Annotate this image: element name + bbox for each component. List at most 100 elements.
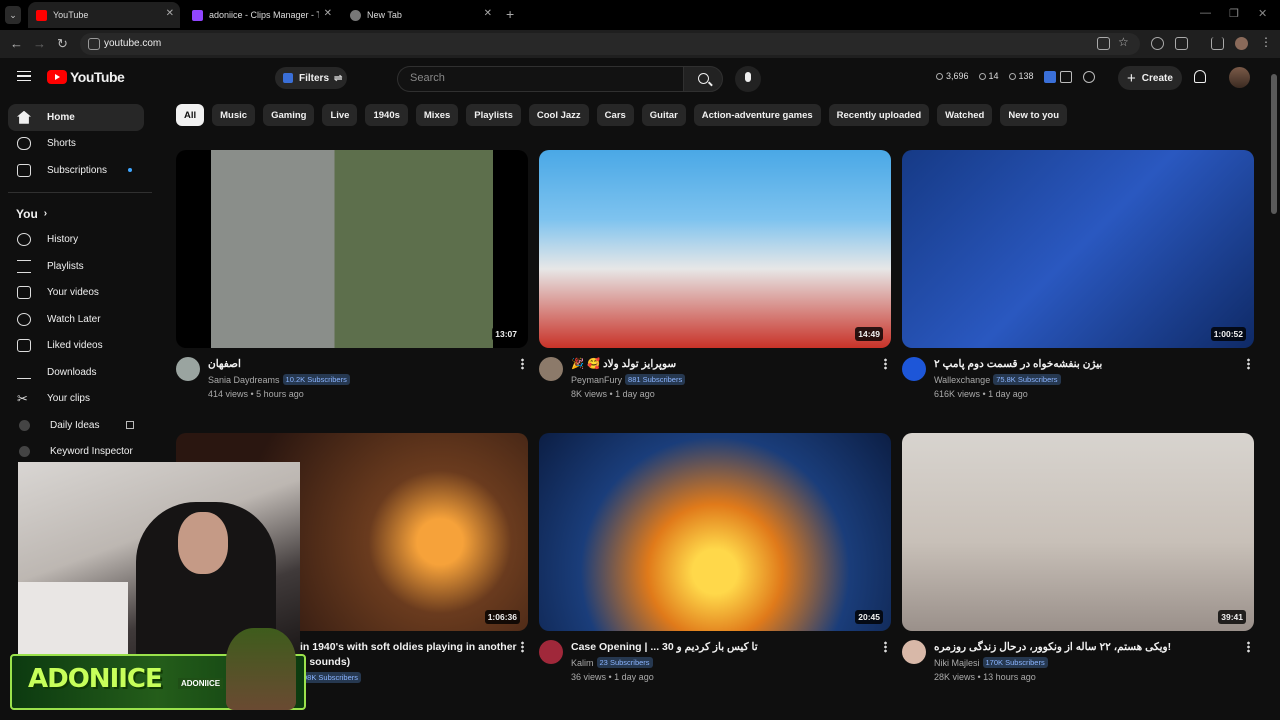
streamer-name-banner: ADONIICE ADONIICE <box>10 628 306 710</box>
account-avatar[interactable] <box>1229 67 1250 88</box>
install-app-icon[interactable] <box>1097 37 1110 50</box>
scissors-icon: ✂ <box>17 391 28 407</box>
scrollbar-thumb[interactable] <box>1271 74 1277 214</box>
video-title[interactable]: in 1940's with soft oldies playing in an… <box>300 640 520 655</box>
channel-avatar[interactable] <box>176 357 200 381</box>
chip-watched[interactable]: Watched <box>937 104 993 126</box>
extensions-puzzle-icon[interactable] <box>1175 37 1188 50</box>
chip-gaming[interactable]: Gaming <box>263 104 315 126</box>
video-meta: 8K views • 1 day ago <box>571 389 655 399</box>
trophy-icon[interactable] <box>1083 71 1095 83</box>
video-title[interactable]: بیژن بنفشه‌خواه در قسمت دوم پامپ ۲ <box>934 357 1234 372</box>
site-info-icon[interactable] <box>88 38 100 50</box>
filters-button[interactable]: Filters ⇌ <box>275 67 347 89</box>
channel-name[interactable]: Kalim <box>571 658 594 668</box>
chip-cool-jazz[interactable]: Cool Jazz <box>528 104 589 126</box>
url-bar[interactable]: youtube.com <box>80 33 1140 55</box>
menu-hamburger-icon[interactable] <box>17 71 31 81</box>
video-thumbnail[interactable]: 39:41 <box>902 433 1254 631</box>
downloads-icon[interactable] <box>1211 37 1224 50</box>
chip-all[interactable]: All <box>176 104 205 126</box>
chip-recently-uploaded[interactable]: Recently uploaded <box>828 104 930 126</box>
channel-avatar[interactable] <box>902 357 926 381</box>
channel-name[interactable]: Sania Daydreams <box>208 375 280 385</box>
back-icon[interactable]: ← <box>10 36 23 51</box>
close-window-icon[interactable]: ✕ <box>1258 7 1267 20</box>
more-actions-icon[interactable] <box>1247 358 1250 370</box>
reload-icon[interactable]: ↻ <box>57 36 68 52</box>
video-title[interactable]: ویکی هستم، ۲۲ ساله از ونکوور، درحال زندگ… <box>934 640 1234 655</box>
list-icon[interactable] <box>1060 71 1072 83</box>
chip-cars[interactable]: Cars <box>596 104 634 126</box>
video-thumbnail[interactable]: 14:49 <box>539 150 891 348</box>
tab-new-tab[interactable]: New Tab ✕ <box>342 2 498 28</box>
chip-music[interactable]: Music <box>212 104 256 126</box>
chip-action-adventure-games[interactable]: Action-adventure games <box>693 104 821 126</box>
video-title[interactable]: Case Opening | ... 30 تا کیس باز کردیم و <box>571 640 871 655</box>
sidebar-item-liked-videos[interactable]: Liked videos <box>0 333 165 360</box>
voice-search-icon[interactable] <box>735 66 761 92</box>
subscriber-badge: 23 Subscribers <box>596 657 653 668</box>
video-duration: 1:00:52 <box>1210 327 1246 341</box>
sidebar-item-history[interactable]: History <box>0 227 165 254</box>
extension-badge-icon[interactable] <box>1151 37 1164 50</box>
create-button[interactable]: + Create <box>1118 66 1182 90</box>
more-actions-icon[interactable] <box>521 641 524 653</box>
browser-menu-icon[interactable]: ⋮ <box>1260 35 1273 49</box>
video-thumbnail[interactable]: 13:07 <box>176 150 528 348</box>
subscriber-badge: 98K Subscribers <box>300 672 362 683</box>
chip-1940s[interactable]: 1940s <box>365 104 408 126</box>
video-title[interactable]: اصفهان <box>208 357 508 372</box>
video-thumbnail[interactable]: 1:00:52 <box>902 150 1254 348</box>
shorts-icon <box>17 137 31 151</box>
channel-name[interactable]: Niki Majlesi <box>934 658 980 668</box>
more-actions-icon[interactable] <box>521 358 524 370</box>
close-tab-icon[interactable]: ✕ <box>484 8 492 19</box>
channel-name[interactable]: PeymanFury <box>571 375 622 385</box>
sidebar-item-your-clips[interactable]: ✂ Your clips <box>0 386 165 413</box>
new-tab-plus-icon[interactable]: + <box>506 6 514 22</box>
sidebar-item-subscriptions[interactable]: Subscriptions <box>0 157 165 184</box>
notifications-bell-icon[interactable] <box>1194 70 1206 83</box>
channel-avatar[interactable] <box>902 640 926 664</box>
youtube-logo[interactable]: YouTube <box>47 69 125 85</box>
tab-youtube[interactable]: YouTube ✕ <box>28 2 180 28</box>
bookmark-star-icon[interactable]: ☆ <box>1118 35 1131 49</box>
video-thumbnail[interactable]: 20:45 <box>539 433 891 631</box>
tab-search-button[interactable]: ⌄ <box>5 6 21 24</box>
sidebar-item-daily-ideas[interactable]: Daily Ideas <box>0 412 165 439</box>
sidebar-item-home[interactable]: Home <box>8 104 144 131</box>
more-actions-icon[interactable] <box>884 641 887 653</box>
page-scrollbar[interactable] <box>1271 62 1277 717</box>
sidebar: Home Shorts Subscriptions You › History … <box>0 98 165 465</box>
video-title[interactable]: 🎉 🥰 سوپرایز تولد ولاد <box>571 357 871 372</box>
chip-live[interactable]: Live <box>322 104 358 126</box>
maximize-icon[interactable]: ❐ <box>1229 7 1239 20</box>
chip-mixes[interactable]: Mixes <box>415 104 459 126</box>
tab-clips-manager[interactable]: adoniice - Clips Manager - Twit ✕ <box>184 2 338 28</box>
minimize-icon[interactable]: — <box>1200 7 1211 19</box>
chip-playlists[interactable]: Playlists <box>466 104 521 126</box>
channel-avatar[interactable] <box>539 640 563 664</box>
channel-avatar[interactable] <box>539 357 563 381</box>
sidebar-item-your-videos[interactable]: Your videos <box>0 280 165 307</box>
channel-name[interactable]: Wallexchange <box>934 375 990 385</box>
close-tab-icon[interactable]: ✕ <box>324 8 332 19</box>
more-actions-icon[interactable] <box>884 358 887 370</box>
close-tab-icon[interactable]: ✕ <box>166 8 174 19</box>
sidebar-item-shorts[interactable]: Shorts <box>0 131 165 158</box>
chip-guitar[interactable]: Guitar <box>641 104 686 126</box>
search-input[interactable] <box>410 72 680 84</box>
forward-icon[interactable]: → <box>33 36 46 51</box>
webcam-face <box>178 512 228 574</box>
sidebar-item-watch-later[interactable]: Watch Later <box>0 306 165 333</box>
chevron-right-icon: › <box>43 208 48 219</box>
sidebar-item-downloads[interactable]: Downloads <box>0 359 165 386</box>
chip-new-to-you[interactable]: New to you <box>1000 104 1068 126</box>
more-actions-icon[interactable] <box>1247 641 1250 653</box>
profile-avatar-icon[interactable] <box>1235 37 1248 50</box>
search-button[interactable] <box>683 66 723 92</box>
sidebar-item-playlists[interactable]: Playlists <box>0 253 165 280</box>
extension-blue-icon[interactable] <box>1044 71 1056 83</box>
sidebar-you-header[interactable]: You › <box>0 201 165 227</box>
